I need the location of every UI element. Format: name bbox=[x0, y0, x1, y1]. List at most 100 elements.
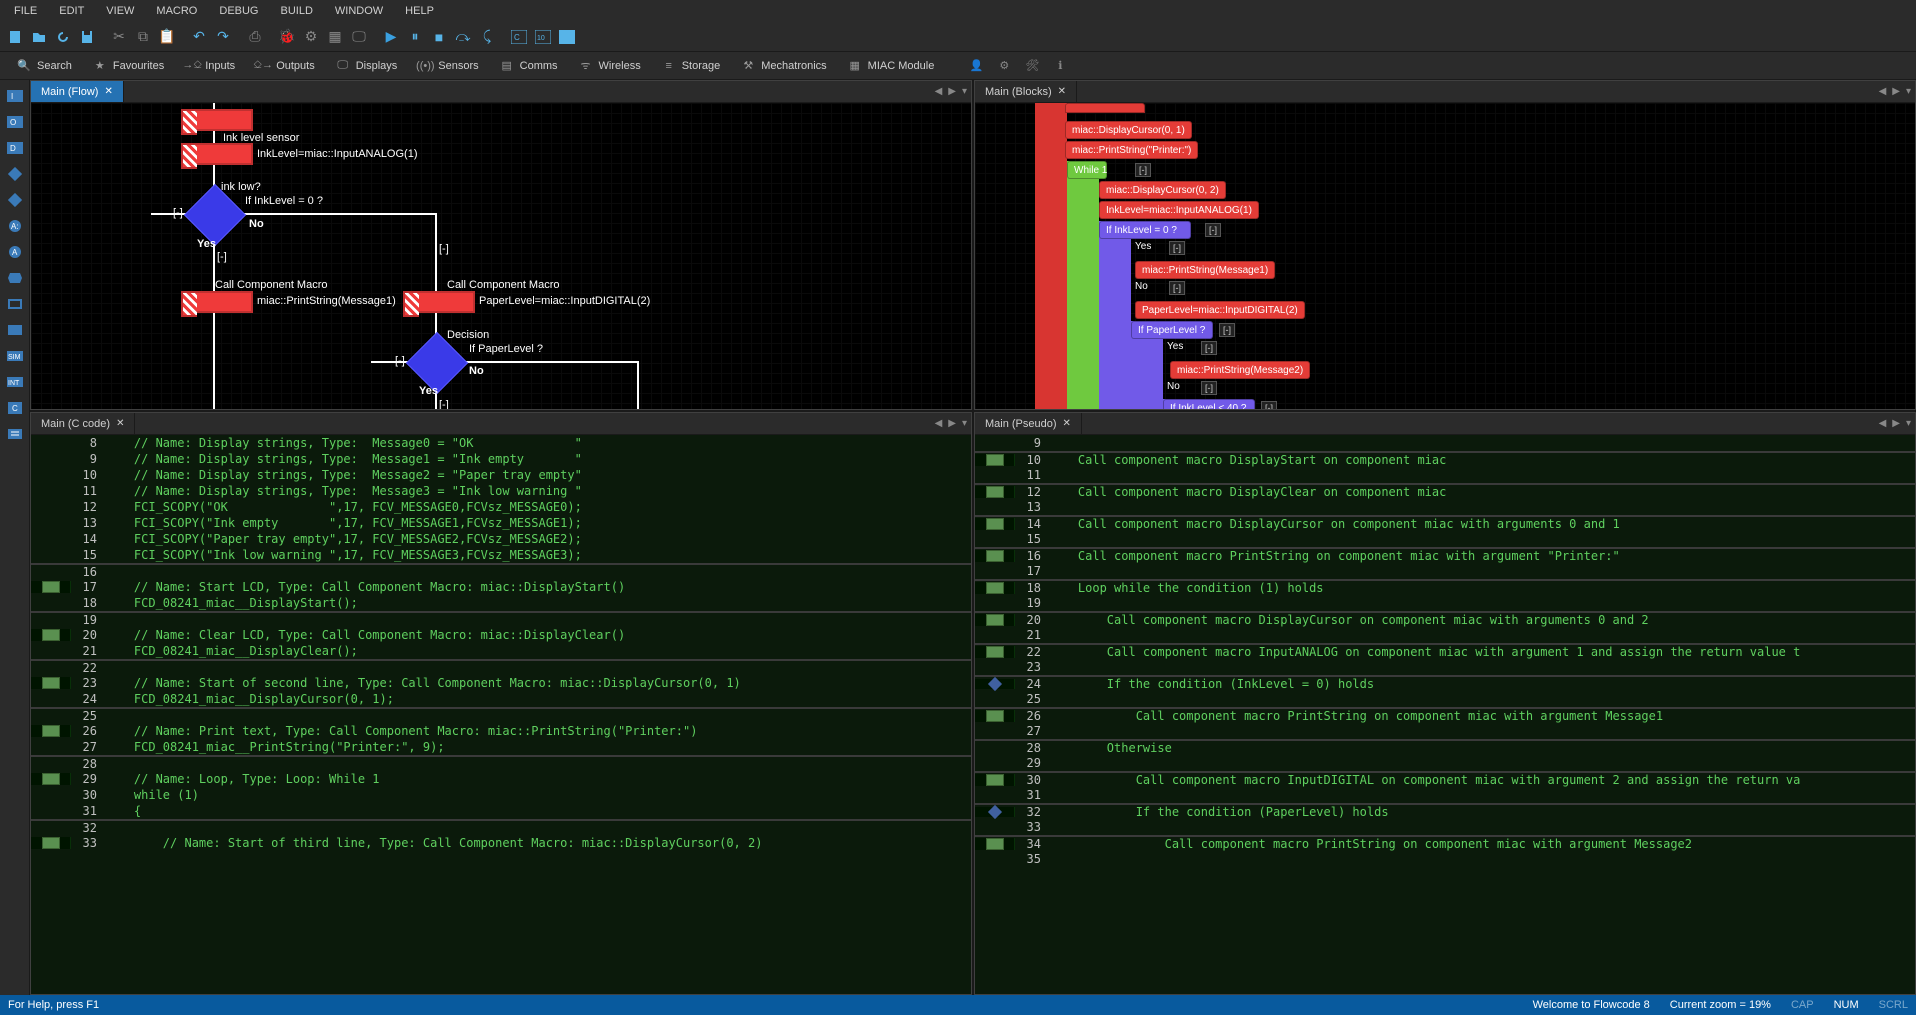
block-if-inklevel-40[interactable]: If InkLevel < 40 ? bbox=[1163, 399, 1255, 409]
code-line[interactable]: 33 bbox=[975, 819, 1915, 835]
code-line[interactable]: 11 bbox=[975, 467, 1915, 483]
tools-icon[interactable]: 🛠 bbox=[1024, 58, 1040, 74]
pause-icon[interactable]: ⏸ bbox=[404, 26, 426, 48]
code-line[interactable]: 22 bbox=[31, 659, 971, 675]
code-line[interactable]: 21 bbox=[975, 627, 1915, 643]
favourites-button[interactable]: ★Favourites bbox=[84, 55, 172, 77]
code-line[interactable]: 19 bbox=[975, 595, 1915, 611]
code-line[interactable]: 12 Call component macro DisplayClear on … bbox=[975, 483, 1915, 499]
code-line[interactable]: 11 // Name: Display strings, Type: Messa… bbox=[31, 483, 971, 499]
code-line[interactable]: 9 bbox=[975, 435, 1915, 451]
stop-icon[interactable]: ■ bbox=[428, 26, 450, 48]
menu-window[interactable]: WINDOW bbox=[325, 2, 393, 20]
code-line[interactable]: 27 FCD_08241_miac__PrintString("Printer:… bbox=[31, 739, 971, 755]
block-toggle[interactable]: [-] bbox=[1169, 241, 1185, 255]
code-line[interactable]: 19 bbox=[31, 611, 971, 627]
outputs-button[interactable]: ⎐→Outputs bbox=[247, 55, 323, 77]
wireless-button[interactable]: ᯤWireless bbox=[570, 55, 649, 77]
save-icon[interactable] bbox=[76, 26, 98, 48]
palette-switch-icon[interactable] bbox=[5, 190, 25, 210]
block-toggle[interactable]: [-] bbox=[1219, 323, 1235, 337]
code-line[interactable]: 31 { bbox=[31, 803, 971, 819]
palette-int-icon[interactable]: INT bbox=[5, 372, 25, 392]
flow-decision-ink-low[interactable] bbox=[184, 184, 246, 246]
menu-macro[interactable]: MACRO bbox=[146, 2, 207, 20]
code-line[interactable]: 26 // Name: Print text, Type: Call Compo… bbox=[31, 723, 971, 739]
new-file-icon[interactable] bbox=[4, 26, 26, 48]
next-icon[interactable]: ▶ bbox=[948, 418, 956, 429]
tab-main-ccode[interactable]: Main (C code) ✕ bbox=[31, 413, 135, 434]
menu-build[interactable]: BUILD bbox=[271, 2, 323, 20]
prev-icon[interactable]: ◀ bbox=[935, 86, 943, 97]
flowchart-canvas[interactable]: Ink level sensor InkLevel=miac::InputANA… bbox=[31, 103, 971, 409]
close-icon[interactable]: ✕ bbox=[1058, 86, 1066, 97]
code-line[interactable]: 18 Loop while the condition (1) holds bbox=[975, 579, 1915, 595]
code-line[interactable]: 24 If the condition (InkLevel = 0) holds bbox=[975, 675, 1915, 691]
code-line[interactable]: 33 // Name: Start of third line, Type: C… bbox=[31, 835, 971, 851]
bug-icon[interactable]: 🐞 bbox=[276, 26, 298, 48]
code-line[interactable]: 28 bbox=[31, 755, 971, 771]
paste-icon[interactable]: 📋 bbox=[156, 26, 178, 48]
code-line[interactable]: 31 bbox=[975, 787, 1915, 803]
code-line[interactable]: 14 Call component macro DisplayCursor on… bbox=[975, 515, 1915, 531]
close-icon[interactable]: ✕ bbox=[1063, 418, 1071, 429]
block-while[interactable]: While 1 bbox=[1067, 161, 1107, 179]
comms-button[interactable]: ▤Comms bbox=[491, 55, 566, 77]
menu-debug[interactable]: DEBUG bbox=[209, 2, 268, 20]
code-line[interactable]: 16 bbox=[31, 563, 971, 579]
code-line[interactable]: 12 FCI_SCOPY("OK ",17, FCV_MESSAGE0,FCVs… bbox=[31, 499, 971, 515]
tab-main-flow[interactable]: Main (Flow) ✕ bbox=[31, 81, 124, 102]
bracket-toggle[interactable]: [-] bbox=[395, 355, 405, 367]
storage-button[interactable]: ≡Storage bbox=[653, 55, 729, 77]
code-line[interactable]: 35 bbox=[975, 851, 1915, 867]
palette-output-icon[interactable]: O bbox=[5, 112, 25, 132]
block-display-cursor[interactable]: miac::DisplayCursor(0, 1) bbox=[1065, 121, 1192, 139]
code-line[interactable]: 17 bbox=[975, 563, 1915, 579]
mechatronics-button[interactable]: ⚒Mechatronics bbox=[732, 55, 834, 77]
chip-icon[interactable]: ▦ bbox=[324, 26, 346, 48]
block-display-cursor-2[interactable]: miac::DisplayCursor(0, 2) bbox=[1099, 181, 1226, 199]
code-line[interactable]: 13 bbox=[975, 499, 1915, 515]
code-line[interactable]: 32 bbox=[31, 819, 971, 835]
block-toggle[interactable]: [-] bbox=[1135, 163, 1151, 177]
palette-input-icon[interactable]: I bbox=[5, 86, 25, 106]
dropdown-icon[interactable]: ▾ bbox=[1906, 86, 1911, 97]
block-input-analog[interactable]: InkLevel=miac::InputANALOG(1) bbox=[1099, 201, 1259, 219]
code-line[interactable]: 10 Call component macro DisplayStart on … bbox=[975, 451, 1915, 467]
copy-icon[interactable]: ⧉ bbox=[132, 26, 154, 48]
tab-main-pseudo[interactable]: Main (Pseudo) ✕ bbox=[975, 413, 1082, 434]
panel-code-icon[interactable]: C bbox=[508, 26, 530, 48]
next-icon[interactable]: ▶ bbox=[948, 86, 956, 97]
monitor-icon[interactable]: 🖵 bbox=[348, 26, 370, 48]
settings-icon[interactable]: ⚙ bbox=[996, 58, 1012, 74]
print-icon[interactable]: ⎙ bbox=[244, 26, 266, 48]
blocks-canvas[interactable]: miac::DisplayCursor(0, 1) miac::PrintStr… bbox=[975, 103, 1915, 409]
code-line[interactable]: 20 // Name: Clear LCD, Type: Call Compon… bbox=[31, 627, 971, 643]
code-line[interactable]: 8 // Name: Display strings, Type: Messag… bbox=[31, 435, 971, 451]
block-toggle[interactable]: [-] bbox=[1201, 381, 1217, 395]
palette-macro-icon[interactable] bbox=[5, 268, 25, 288]
ccode-scroll[interactable]: 8 // Name: Display strings, Type: Messag… bbox=[31, 435, 971, 994]
code-line[interactable]: 23 bbox=[975, 659, 1915, 675]
palette-decision-icon[interactable] bbox=[5, 164, 25, 184]
code-line[interactable]: 17 // Name: Start LCD, Type: Call Compon… bbox=[31, 579, 971, 595]
flow-canvas-scroll[interactable]: Ink level sensor InkLevel=miac::InputANA… bbox=[31, 103, 971, 409]
code-line[interactable]: 10 // Name: Display strings, Type: Messa… bbox=[31, 467, 971, 483]
code-line[interactable]: 13 FCI_SCOPY("Ink empty ",17, FCV_MESSAG… bbox=[31, 515, 971, 531]
step-over-icon[interactable]: ⤼ bbox=[452, 26, 474, 48]
code-line[interactable]: 15 FCI_SCOPY("Ink low warning ",17, FCV_… bbox=[31, 547, 971, 563]
code-line[interactable]: 29 // Name: Loop, Type: Loop: While 1 bbox=[31, 771, 971, 787]
code-line[interactable]: 25 bbox=[975, 691, 1915, 707]
code-line[interactable]: 30 Call component macro InputDIGITAL on … bbox=[975, 771, 1915, 787]
undo-icon[interactable]: ↶ bbox=[188, 26, 210, 48]
inputs-button[interactable]: →⎐Inputs bbox=[176, 55, 243, 77]
prev-icon[interactable]: ◀ bbox=[935, 418, 943, 429]
block-input-digital[interactable]: PaperLevel=miac::InputDIGITAL(2) bbox=[1135, 301, 1305, 319]
block-print-msg2[interactable]: miac::PrintString(Message2) bbox=[1170, 361, 1310, 379]
refresh-icon[interactable] bbox=[52, 26, 74, 48]
play-icon[interactable]: ▶ bbox=[380, 26, 402, 48]
code-line[interactable]: 27 bbox=[975, 723, 1915, 739]
dropdown-icon[interactable]: ▾ bbox=[962, 86, 967, 97]
prev-icon[interactable]: ◀ bbox=[1879, 86, 1887, 97]
next-icon[interactable]: ▶ bbox=[1892, 418, 1900, 429]
